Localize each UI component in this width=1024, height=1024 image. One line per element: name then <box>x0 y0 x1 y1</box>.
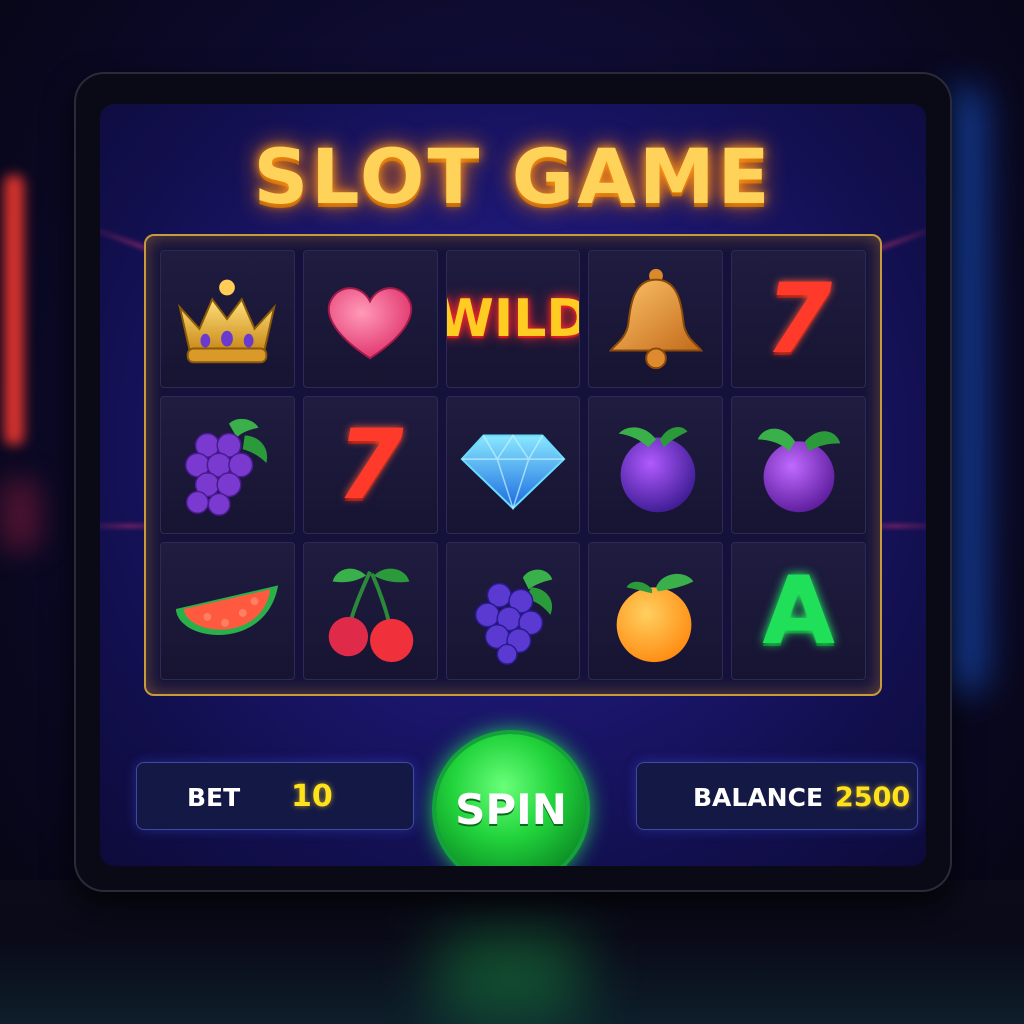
balance-panel: BALANCE 2500 <box>636 762 918 830</box>
reel-cell: WILD <box>445 250 581 388</box>
reel-cell <box>588 396 724 534</box>
grapes-icon <box>474 569 553 665</box>
reels-grid: WILD 7 <box>160 250 866 680</box>
reel-cell <box>160 250 295 388</box>
reel-cell <box>588 542 724 680</box>
diamond-icon <box>460 434 566 511</box>
reel-cell <box>160 396 295 534</box>
bet-panel[interactable]: BET 10 <box>136 762 414 830</box>
balance-label: BALANCE <box>693 783 824 812</box>
cherries-icon <box>328 568 414 663</box>
reel-cell: 7 <box>302 396 438 534</box>
neon-light-left <box>4 175 24 445</box>
tabletop-reflection <box>440 930 580 1020</box>
crown-icon <box>178 279 277 364</box>
slot-device: SLOT GAME IL 7 7 A BET 10 SPIN BALANCE 2… <box>74 72 952 892</box>
balance-value: 2500 <box>835 782 911 813</box>
heart-icon <box>328 287 413 360</box>
reel-cell <box>731 396 866 534</box>
bet-value: 10 <box>291 779 333 814</box>
watermelon-icon <box>176 585 279 636</box>
bell-icon <box>608 268 703 370</box>
reel-cell <box>588 250 724 388</box>
game-title: SLOT GAME <box>253 132 773 221</box>
letter-a-symbol: A <box>762 556 835 666</box>
spin-label: SPIN <box>455 784 567 834</box>
reel-cell <box>445 396 581 534</box>
reel-cell <box>445 542 581 680</box>
grapes-icon <box>185 418 268 516</box>
seven-symbol: 7 <box>765 263 832 375</box>
reel-cell <box>302 250 438 388</box>
reel-cell: A <box>731 542 866 680</box>
seven-symbol: 7 <box>336 409 404 521</box>
reel-cell <box>302 542 438 680</box>
reels-panel: WILD 7 <box>144 234 882 696</box>
neon-light-left-lower <box>0 480 40 550</box>
orange-icon <box>616 573 694 663</box>
plum-icon <box>618 426 696 513</box>
wild-symbol: WILD <box>447 289 580 349</box>
bet-label: BET <box>187 783 241 812</box>
spin-button[interactable]: SPIN <box>436 734 586 866</box>
reel-cell: 7 <box>731 250 866 388</box>
plum-icon <box>757 428 840 513</box>
game-screen: SLOT GAME IL 7 7 A BET 10 SPIN BALANCE 2… <box>100 104 926 866</box>
reel-cell <box>160 542 295 680</box>
